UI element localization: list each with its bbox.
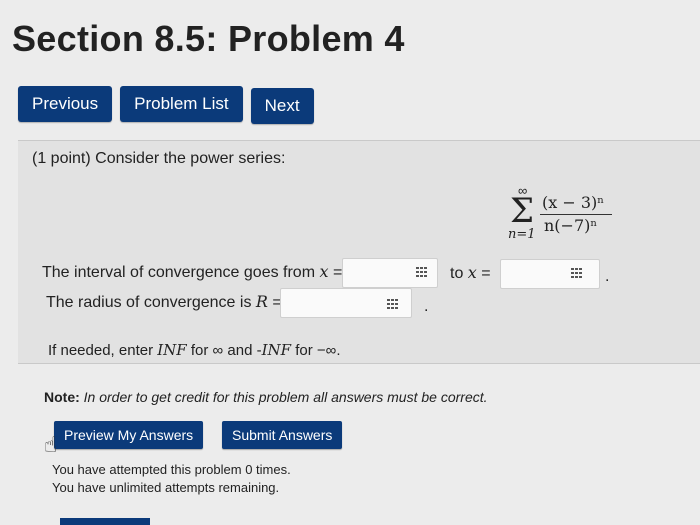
interval-to-input[interactable] (500, 259, 600, 289)
series-lower-limit: n=1 (508, 227, 536, 242)
hint-inf: INF (157, 341, 187, 359)
fraction-bar (540, 214, 612, 215)
interval-eq: = (328, 264, 343, 281)
credit-note: Note: In order to get credit for this pr… (44, 389, 488, 405)
interval-label: The interval of convergence goes from x … (42, 262, 342, 282)
hint-part1: If needed, enter (48, 342, 158, 359)
bottom-button-edge[interactable] (60, 518, 150, 525)
to-eq: = (476, 265, 491, 282)
submit-answers-button[interactable]: Submit Answers (222, 421, 343, 449)
preview-answers-button[interactable]: Preview My Answers (54, 421, 204, 449)
to-var: x (467, 263, 477, 282)
hint-part2: for ∞ and - (186, 342, 262, 359)
hand-cursor-icon: ☝ (44, 432, 58, 457)
interval-var: x (319, 262, 329, 281)
problem-list-button[interactable]: Problem List (120, 86, 243, 122)
attempts-info: You have attempted this problem 0 times.… (52, 461, 291, 497)
radius-period: . (424, 298, 429, 315)
attempts-count: You have attempted this problem 0 times. (52, 462, 291, 477)
radius-label: The radius of convergence is R = (46, 292, 282, 312)
radius-var: R (255, 292, 268, 311)
previous-button[interactable]: Previous (18, 86, 113, 122)
hint-part3: for −∞. (291, 342, 341, 359)
attempts-remaining: You have unlimited attempts remaining. (52, 480, 280, 495)
equation-editor-icon[interactable] (416, 267, 428, 277)
inf-hint: If needed, enter INF for ∞ and -INF for … (48, 341, 341, 359)
power-series-formula: ∞ Σ n=1 (x − 3)ⁿ n(−7)ⁿ (508, 183, 618, 253)
interval-period: . (605, 268, 610, 285)
interval-to-label: to x = (450, 263, 491, 283)
note-label: Note: (44, 389, 80, 405)
page-title: Section 8.5: Problem 4 (12, 18, 405, 59)
problem-nav: Previous Problem List Next (18, 86, 314, 124)
next-button[interactable]: Next (250, 88, 314, 124)
problem-intro: (1 point) Consider the power series: (32, 150, 286, 167)
equation-editor-icon[interactable] (571, 268, 583, 278)
series-numerator: (x − 3)ⁿ (542, 193, 605, 212)
radius-label-text: The radius of convergence is (46, 294, 256, 311)
interval-label-text: The interval of convergence goes from (42, 264, 320, 281)
series-denominator: n(−7)ⁿ (544, 216, 598, 235)
equation-editor-icon[interactable] (387, 299, 399, 309)
hint-inf2: INF (261, 341, 292, 359)
note-text: In order to get credit for this problem … (79, 389, 488, 405)
sigma-symbol: Σ (510, 191, 535, 231)
to-text: to (450, 265, 468, 282)
